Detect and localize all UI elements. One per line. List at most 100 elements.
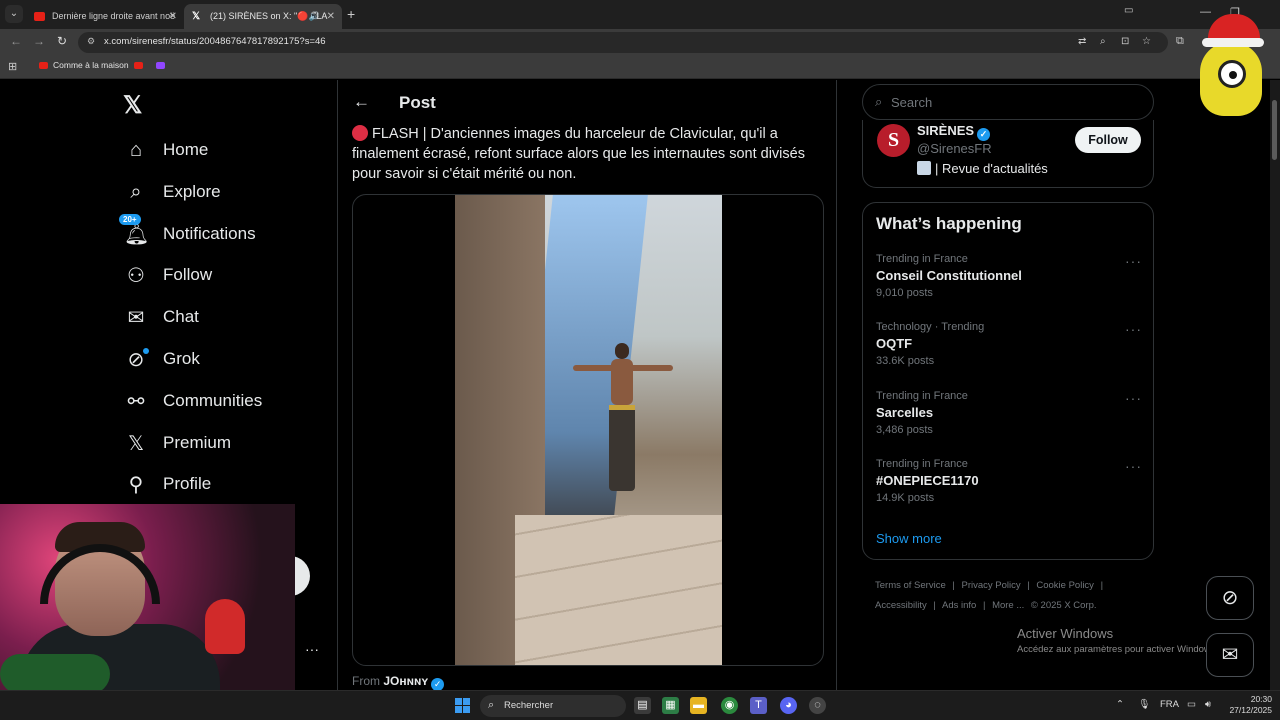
more-options-icon[interactable]: ···: [1125, 390, 1142, 406]
speaker-icon[interactable]: 🔊: [309, 4, 320, 29]
apps-grid-icon[interactable]: ⊞: [8, 60, 17, 73]
scrollbar-thumb[interactable]: [1272, 100, 1277, 160]
garland-decoration: [0, 654, 110, 690]
forward-button[interactable]: →: [33, 34, 45, 48]
more-options-icon[interactable]: ···: [1125, 321, 1142, 337]
cast-icon[interactable]: ▭: [1124, 5, 1133, 16]
site-info-icon[interactable]: ⚙: [87, 36, 95, 47]
activation-subtitle: Accédez aux paramètres pour activer Wind…: [1017, 644, 1219, 655]
clock-time: 20:30: [1250, 694, 1272, 704]
nav-grok[interactable]: ⊘ Grok: [124, 342, 200, 376]
trend-count: 3,486 posts: [876, 424, 933, 436]
footer-link-more[interactable]: More ...: [992, 600, 1024, 611]
post-media[interactable]: [352, 194, 824, 666]
search-icon: ⌕: [130, 180, 142, 203]
footer-link-accessibility[interactable]: Accessibility: [875, 600, 927, 611]
nav-chat[interactable]: ✉ Chat: [124, 300, 199, 334]
translate-icon[interactable]: ⇄: [1078, 36, 1086, 47]
close-icon[interactable]: ✕: [327, 4, 335, 29]
nav-home[interactable]: ⌂ Home: [124, 133, 208, 167]
author-handle[interactable]: @SirenesFR: [917, 141, 992, 156]
follow-button[interactable]: Follow: [1075, 127, 1141, 153]
bookmark-star-icon[interactable]: ☆: [1142, 36, 1151, 47]
close-icon[interactable]: ✕: [169, 4, 177, 29]
nav-explore[interactable]: ⌕ Explore: [124, 175, 220, 209]
nav-notifications[interactable]: 🔔︎ 20+ Notifications: [119, 213, 256, 251]
search-input[interactable]: ⌕ Search: [862, 84, 1154, 120]
messages-float-button[interactable]: ✉: [1206, 633, 1254, 677]
x-logo-icon: 𝕏: [192, 11, 201, 22]
new-tab-button[interactable]: +: [347, 6, 355, 22]
bookmark-comme-a-la-maison[interactable]: Comme à la maison: [39, 60, 129, 70]
discord-icon[interactable]: ◕: [780, 697, 797, 714]
avatar[interactable]: S: [877, 124, 910, 157]
trend-item[interactable]: Trending in France #ONEPIECE1170 14.9K p…: [876, 458, 1142, 516]
footer-link-ads-info[interactable]: Ads info: [942, 600, 976, 611]
author-name[interactable]: SIRÈNES ✓: [917, 123, 991, 141]
more-options-icon[interactable]: ···: [1125, 253, 1142, 269]
video-source[interactable]: From JOʜɴɴʏ ✓: [352, 674, 445, 691]
taskbar-clock[interactable]: 20:30 27/12/2025: [1224, 694, 1272, 716]
footer-link-privacy[interactable]: Privacy Policy: [962, 580, 1021, 591]
store-icon[interactable]: ▦: [662, 697, 679, 714]
microphone-icon[interactable]: 🎙︎: [1138, 699, 1150, 710]
address-bar[interactable]: ⚙ x.com/sirenesfr/status/200486764781789…: [78, 32, 1168, 53]
tab-title: Dernière ligne droite avant noë: [52, 11, 176, 21]
bookmark-youtube[interactable]: [134, 60, 148, 70]
footer-link-terms[interactable]: Terms of Service: [875, 580, 946, 591]
tab-search-button[interactable]: ⌄: [5, 5, 23, 23]
app-icon[interactable]: ◌: [809, 697, 826, 714]
trend-item[interactable]: Trending in France Conseil Constitutionn…: [876, 253, 1142, 311]
nav-label: Home: [163, 140, 209, 159]
video-floor: [515, 515, 722, 665]
url-text[interactable]: x.com/sirenesfr/status/20048676478178921…: [104, 36, 326, 47]
nav-label: Profile: [163, 474, 212, 493]
browser-tab-x[interactable]: 𝕏 (21) SIRÈNES on X: "🔴 FLA 🔊 ✕: [184, 4, 342, 29]
back-arrow-icon[interactable]: ←: [353, 92, 370, 112]
browser-tab-bar: ⌄ Dernière ligne droite avant noë ✕ 𝕏 (2…: [0, 0, 1280, 29]
more-options-icon[interactable]: ···: [1125, 458, 1142, 474]
windows-start-button[interactable]: [455, 698, 470, 713]
nav-premium[interactable]: 𝕏 Premium: [124, 426, 231, 460]
nav-label: Grok: [163, 349, 200, 368]
install-app-icon[interactable]: ⊡: [1121, 36, 1129, 47]
language-indicator[interactable]: FRA: [1160, 699, 1179, 710]
trend-item[interactable]: Trending in France Sarcelles 3,486 posts…: [876, 390, 1142, 448]
trend-context: Trending in France: [876, 390, 968, 402]
file-explorer-icon[interactable]: ▬: [690, 697, 707, 714]
x-logo-icon[interactable]: 𝕏: [123, 91, 142, 120]
page-title: Post: [399, 93, 436, 112]
taskbar-search[interactable]: ⌕ Rechercher: [480, 695, 626, 717]
author-bio: | Revue d'actualités: [917, 161, 1048, 176]
video-player[interactable]: [455, 195, 722, 665]
browser-tab-youtube[interactable]: Dernière ligne droite avant noë ✕: [26, 4, 184, 29]
trend-item[interactable]: Technology · Trending OQTF 33.6K posts ·…: [876, 321, 1142, 379]
show-more-link[interactable]: Show more: [876, 531, 942, 546]
volume-icon[interactable]: 🔊︎: [1205, 699, 1211, 710]
teams-icon[interactable]: T: [750, 697, 767, 714]
network-icon[interactable]: ▭: [1187, 699, 1196, 710]
clock-date: 27/12/2025: [1229, 705, 1272, 715]
source-name[interactable]: JOʜɴɴʏ: [383, 674, 428, 688]
footer-links: Terms of Service | Privacy Policy | Cook…: [875, 576, 1155, 616]
nav-follow[interactable]: ⚇ Follow: [124, 258, 212, 292]
trend-name: OQTF: [876, 336, 913, 351]
reload-button[interactable]: ↻: [57, 34, 67, 48]
grok-float-button[interactable]: ⊘: [1206, 576, 1254, 620]
nav-communities[interactable]: ⚯ Communities: [124, 384, 263, 418]
task-view-icon[interactable]: ▤: [634, 697, 651, 714]
twitch-icon: [156, 62, 165, 70]
zoom-icon[interactable]: ⌕: [1100, 36, 1106, 47]
more-options-icon[interactable]: ···: [305, 641, 319, 657]
communities-icon: ⚯: [127, 390, 145, 413]
page-scrollbar[interactable]: [1270, 80, 1280, 690]
extensions-icon[interactable]: ⧉: [1176, 35, 1184, 48]
chrome-icon[interactable]: ◉: [721, 697, 738, 714]
footer-link-cookie[interactable]: Cookie Policy: [1036, 580, 1094, 591]
nav-label: Communities: [163, 391, 263, 410]
chevron-up-icon[interactable]: ⌃: [1116, 699, 1124, 710]
back-button[interactable]: ←: [10, 34, 22, 48]
nav-profile[interactable]: ⚲ Profile: [124, 467, 212, 501]
post-text: FLASH | D'anciennes images du harceleur …: [352, 126, 805, 182]
bookmark-twitch[interactable]: [156, 60, 170, 70]
